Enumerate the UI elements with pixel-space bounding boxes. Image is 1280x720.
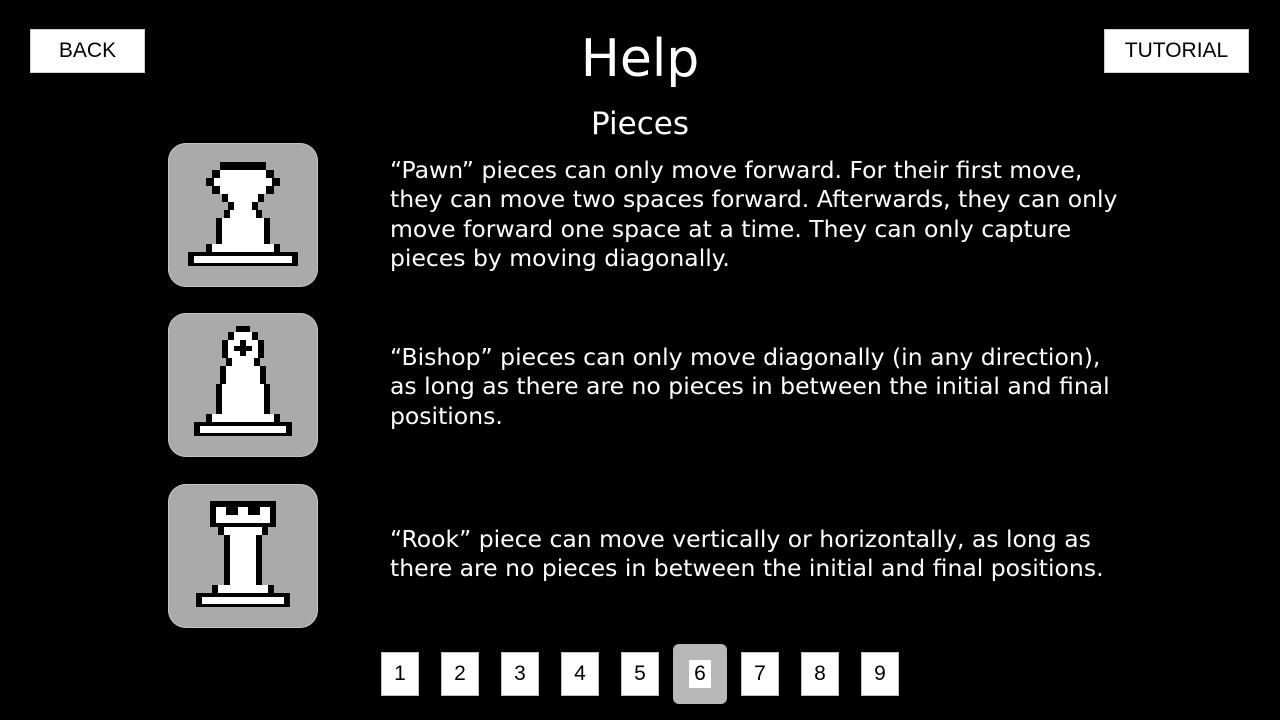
page-button-8[interactable]: 8 xyxy=(801,652,839,696)
pawn-icon xyxy=(188,162,298,266)
pawn-card xyxy=(168,143,318,287)
page-button-6-active[interactable]: 6 xyxy=(673,644,727,704)
pawn-description: “Pawn” pieces can only move forward. For… xyxy=(390,156,1118,272)
page-button-3[interactable]: 3 xyxy=(501,652,539,696)
page-button-5[interactable]: 5 xyxy=(621,652,659,696)
bishop-description: “Bishop” pieces can only move diagonally… xyxy=(390,343,1110,430)
page-button-7[interactable]: 7 xyxy=(741,652,779,696)
page-button-9[interactable]: 9 xyxy=(861,652,899,696)
tutorial-button[interactable]: TUTORIAL xyxy=(1104,29,1249,73)
rook-card xyxy=(168,484,318,628)
bishop-icon xyxy=(194,326,292,436)
page-button-1[interactable]: 1 xyxy=(381,652,419,696)
page-button-2[interactable]: 2 xyxy=(441,652,479,696)
page-title: Help xyxy=(580,29,700,89)
section-title: Pieces xyxy=(591,106,689,142)
current-page-label: 6 xyxy=(689,660,711,688)
page-button-4[interactable]: 4 xyxy=(561,652,599,696)
rook-description: “Rook” piece can move vertically or hori… xyxy=(390,525,1104,583)
rook-icon xyxy=(196,501,290,607)
bishop-card xyxy=(168,313,318,457)
